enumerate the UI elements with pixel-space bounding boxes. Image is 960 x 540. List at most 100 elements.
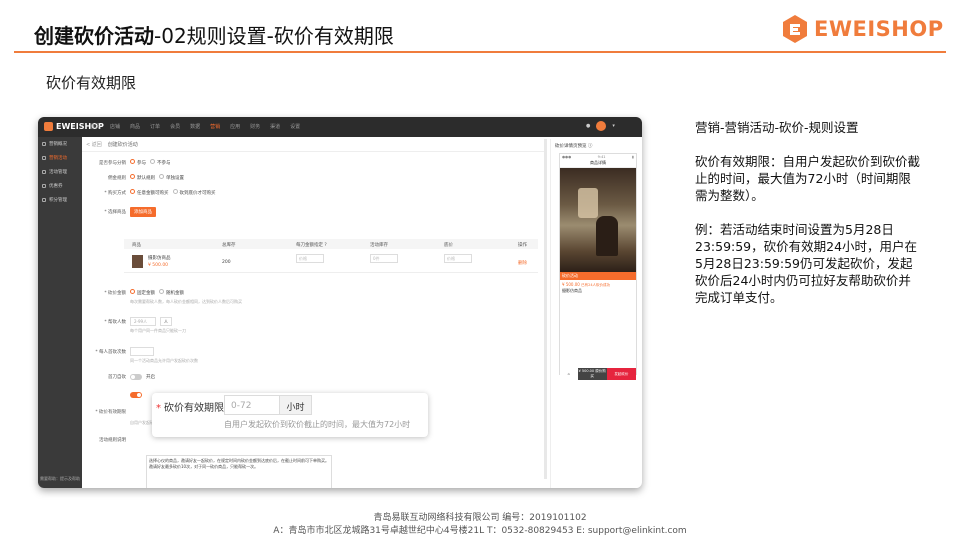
admin-sidebar: 营销概况 营销活动 活动管理 优惠券 积分管理 需要帮助：提示及帮助 — [38, 137, 82, 488]
preview-panel: 砍价详情页预览 ⓘ ●●● 9:41 ▮ 商品详情 砍价活动 ¥ 500.00 已有… — [550, 139, 640, 488]
admin-topbar: EWEISHOP 首页 店铺 商品 订单 会员 数据 营销 应用 财务 渠道 设… — [38, 117, 642, 137]
form-row-self-bargain: 首刀自砍 开启 — [108, 374, 155, 380]
amount-input[interactable]: 价格 — [296, 254, 324, 263]
share-toggle[interactable] — [130, 392, 142, 398]
menu-item-icon — [42, 156, 46, 160]
user-menu-icon[interactable]: ▾ — [612, 123, 615, 129]
form-row-first-limit: * 每人首砍次数 — [92, 347, 154, 356]
bell-icon[interactable]: ● — [586, 123, 590, 129]
brand-mark-icon — [44, 122, 53, 131]
avatar[interactable] — [596, 121, 607, 131]
table-row: 摄影仿商品 ¥ 500.00 200 价格 0件 价格 删除 — [124, 251, 538, 273]
radio-option[interactable]: 不参与 — [150, 159, 171, 166]
radio-icon — [130, 189, 135, 194]
radio-option[interactable]: 默认规则 — [130, 174, 155, 181]
radio-option[interactable]: 砍到底价才可购买 — [172, 189, 216, 196]
brand-logo: EWEISHOP — [782, 14, 944, 44]
helpers-unit: 人 — [160, 317, 172, 326]
notes-example: 例：若活动结束时间设置为5月28日23:59:59，砍价有效期24小时，用户在5… — [695, 222, 918, 305]
radio-icon — [130, 174, 135, 179]
radio-icon — [159, 174, 164, 179]
section-subheading: 砍价有效期限 — [46, 74, 137, 92]
start-bargain-button[interactable]: 发起砍价 — [606, 368, 636, 380]
delete-link[interactable]: 删除 — [518, 260, 527, 266]
image-detail — [596, 216, 618, 256]
notes-definition: 砍价有效期限：自用户发起砍价到砍价截止的时间，最大值为72小时（时间期限需为整数… — [695, 154, 921, 203]
slide: 创建砍价活动-02规则设置-砍价有效期限 EWEISHOP 砍价有效期限 EWE… — [0, 0, 960, 540]
hexagon-logo-icon — [783, 15, 807, 43]
radio-option[interactable]: 固定金额 — [130, 289, 155, 296]
radio-option[interactable]: 随机金额 — [159, 289, 184, 296]
form-row-bargain-mode: * 砍价金额 固定金额 随机金额 — [104, 289, 184, 296]
header-divider — [14, 51, 946, 53]
helpers-input[interactable]: 2-99人 — [130, 317, 156, 326]
breadcrumb-current: 创建砍价活动 — [107, 142, 138, 148]
menu-item-icon — [42, 184, 46, 188]
rules-textarea[interactable]: 选择心仪的商品，邀请好友一起砍价，在规定时间内砍价金额到达底价后，在截止时间前可… — [146, 455, 332, 488]
admin-nav: 首页 店铺 商品 订单 会员 数据 营销 应用 财务 渠道 设置 — [90, 123, 300, 130]
form-row-helpers: * 帮砍人数 2-99人 人 — [92, 317, 172, 326]
add-goods-button[interactable]: 添加商品 — [130, 207, 156, 217]
stock-input[interactable]: 0件 — [370, 254, 398, 263]
nav-item[interactable]: 会员 — [170, 123, 180, 130]
radio-icon — [159, 289, 164, 294]
nav-item[interactable]: 应用 — [230, 123, 240, 130]
form-row-distribution: 是否参与分销 参与 不参与 — [99, 159, 171, 166]
self-bargain-toggle[interactable] — [130, 374, 142, 380]
nav-item[interactable]: 数据 — [190, 123, 200, 130]
first-limit-input[interactable] — [130, 347, 154, 356]
radio-icon — [130, 289, 135, 294]
sidebar-item[interactable]: 优惠券 — [38, 179, 82, 193]
radio-option[interactable]: 参与 — [130, 159, 146, 166]
price-block: ¥ 500.00 已有24人砍价成功 摄影仿商品 — [562, 282, 611, 293]
user-area: ● ▾ — [586, 121, 615, 131]
sidebar-item[interactable]: 积分管理 — [38, 193, 82, 207]
original-buy-button[interactable]: ¥ 500.00 原价购买 — [577, 368, 607, 380]
logo-text: EWEISHOP — [814, 17, 944, 41]
nav-item[interactable]: 首页 — [90, 123, 100, 130]
page-title: 创建砍价活动-02规则设置-砍价有效期限 — [34, 24, 394, 48]
period-hint-zoomed: 自用户发起砍价到砍价截止的时间，最大值为72小时 — [224, 420, 411, 429]
image-detail — [578, 188, 598, 218]
sidebar-item-active[interactable]: 营销活动 — [38, 151, 82, 165]
bargain-tag: 砍价活动 — [560, 272, 636, 280]
nav-item[interactable]: 店铺 — [110, 123, 120, 130]
footer-contact: A：青岛市市北区龙城路31号卓越世纪中心4号楼21L T：0532-808294… — [273, 526, 687, 536]
scrollbar[interactable] — [544, 139, 547, 479]
nav-item-active[interactable]: 营销 — [210, 123, 220, 130]
form-row-commission: 佣金规则 默认规则 单独设置 — [108, 174, 184, 181]
footer: 青岛易联互动网络科技有限公司 编号：2019101102 A：青岛市市北区龙城路… — [0, 512, 960, 538]
goods-table-header: 商品 总库存 每刀金额指定 ? 活动库存 底价 操作 — [124, 239, 538, 249]
nav-item[interactable]: 渠道 — [270, 123, 280, 130]
sidebar-help[interactable]: 需要帮助：提示及帮助 — [40, 476, 80, 482]
nav-item[interactable]: 订单 — [150, 123, 160, 130]
nav-item[interactable]: 财务 — [250, 123, 260, 130]
period-unit: 小时 — [279, 396, 311, 414]
notes: 营销-营销活动-砍价-规则设置 砍价有效期限：自用户发起砍价到砍价截止的时间，最… — [695, 119, 920, 323]
form-row-desc: 活动规则说明 — [99, 438, 126, 443]
footer-company: 青岛易联互动网络科技有限公司 编号：2019101102 — [373, 513, 587, 523]
sidebar-item[interactable]: 营销概况 — [38, 137, 82, 151]
menu-item-icon — [42, 142, 46, 146]
divider — [82, 151, 546, 152]
product-image — [560, 168, 636, 272]
period-label: * 砍价有效期限 — [156, 403, 224, 414]
preview-title: 砍价详情页预览 ⓘ — [555, 144, 593, 149]
period-input-placeholder[interactable]: 0-72 — [225, 396, 279, 414]
period-input[interactable]: 0-72 小时 — [224, 395, 312, 415]
radio-option[interactable]: 任意金额可购买 — [130, 189, 169, 196]
phone-bottom-bar: ⌂ ¥ 500.00 原价购买 发起砍价 — [560, 368, 636, 380]
radio-icon — [150, 159, 155, 164]
menu-item-icon — [42, 170, 46, 174]
form-row-goods: * 选择商品 添加商品 — [92, 207, 156, 217]
sidebar-item[interactable]: 活动管理 — [38, 165, 82, 179]
radio-option[interactable]: 单独设置 — [159, 174, 184, 181]
nav-item[interactable]: 商品 — [130, 123, 140, 130]
helpers-hint: 每个用户同一件商品只能砍一刀 — [130, 328, 186, 333]
nav-item[interactable]: 设置 — [290, 123, 300, 130]
back-link[interactable]: < 返回 — [86, 141, 102, 148]
form-row-period: * 砍价有效期限 — [95, 410, 126, 415]
base-price-input[interactable]: 价格 — [444, 254, 472, 263]
notes-path: 营销-营销活动-砍价-规则设置 — [695, 120, 859, 135]
radio-icon — [130, 159, 135, 164]
